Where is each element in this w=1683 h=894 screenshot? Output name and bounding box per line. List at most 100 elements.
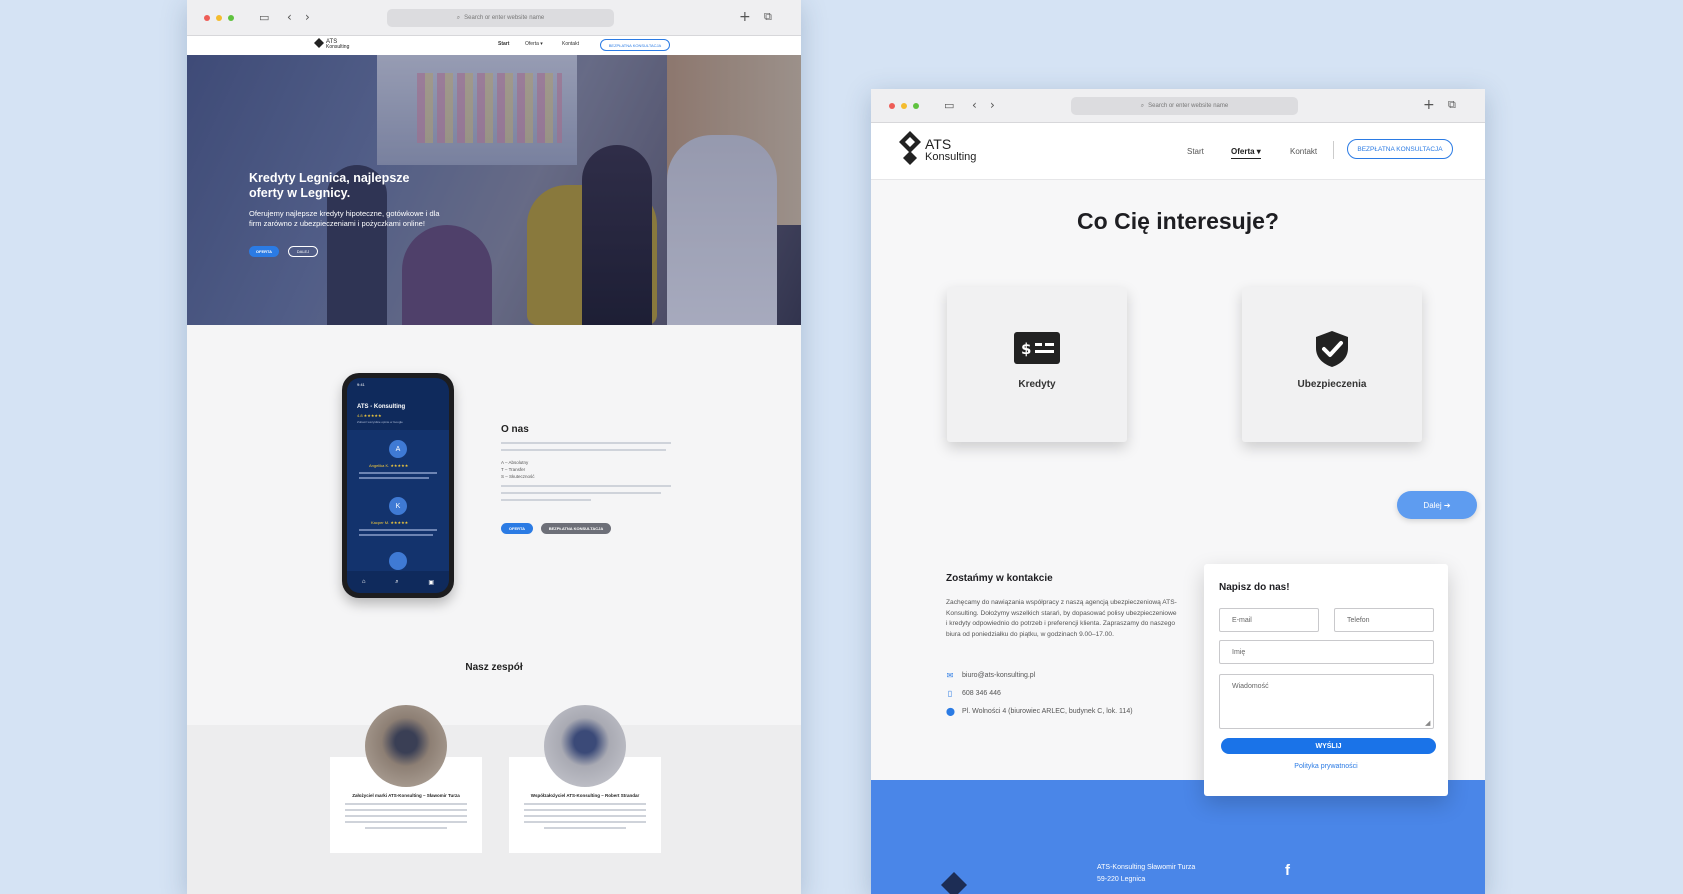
team-bio-2b <box>524 809 646 811</box>
review-text-k <box>359 529 437 531</box>
team-title: Nasz zespół <box>465 662 523 673</box>
forward-icon[interactable]: › <box>990 99 995 111</box>
card-ubezpieczenia[interactable]: Ubezpieczenia <box>1242 287 1422 442</box>
team-bio-2a <box>524 803 646 805</box>
new-tab-icon[interactable]: + <box>739 10 751 24</box>
minimize-window-button[interactable] <box>216 15 222 21</box>
phone-home-icon[interactable]: ⌂ <box>362 579 366 585</box>
browser-toolbar: ▭ ‹ › ⌕ Search or enter website name + ⧉ <box>871 89 1485 123</box>
phone-reviews: A Angelika K. ★★★★★ K Kacper M. ★★★★★ <box>347 430 449 571</box>
team-role-2: Współzałożyciel ATS-Konsulting – Robert … <box>530 793 640 798</box>
contact-body: Zachęcamy do nawiązania współpracy z nas… <box>946 599 1177 638</box>
phone-search-icon[interactable]: ⌕ <box>395 579 398 586</box>
about-acronym-t: T – Transfer <box>501 467 526 472</box>
close-window-button[interactable] <box>204 15 210 21</box>
resize-handle-icon[interactable]: ◢ <box>1425 719 1430 727</box>
review-avatar-a: A <box>389 440 407 458</box>
review-text-k2 <box>359 534 433 536</box>
phone-icon: ▯ <box>947 689 953 698</box>
hero-offer-button[interactable]: OFERTA <box>249 246 279 257</box>
about-text-line-5 <box>501 499 591 501</box>
site-logo[interactable]: ATS Konsulting <box>897 129 976 171</box>
tabs-overview-icon[interactable]: ⧉ <box>764 11 772 22</box>
logo-mark-icon <box>899 131 921 165</box>
phone-field[interactable]: Telefon <box>1334 608 1434 632</box>
nav-kontakt[interactable]: Kontakt <box>1290 147 1317 156</box>
review-name-a: Angelika K. ★★★★★ <box>369 463 409 468</box>
phone-bag-icon[interactable]: ▣ <box>428 579 434 586</box>
sidebar-icon[interactable]: ▭ <box>944 100 954 111</box>
contact-phone[interactable]: 608 346 446 <box>962 690 1001 697</box>
logo-mark-icon <box>314 38 324 48</box>
submit-button[interactable]: WYŚLIJ <box>1221 738 1436 754</box>
close-window-button[interactable] <box>889 103 895 109</box>
contact-email-row: ✉ biuro@ats-konsulting.pl <box>946 671 1036 680</box>
phone-time: 9:41 <box>357 382 365 387</box>
about-text-line-1 <box>501 442 671 444</box>
back-icon[interactable]: ‹ <box>972 99 977 111</box>
new-tab-icon[interactable]: + <box>1423 98 1435 112</box>
facebook-icon[interactable]: f <box>1285 862 1290 879</box>
name-field[interactable]: Imię <box>1219 640 1434 664</box>
about-offer-button[interactable]: OFERTA <box>501 523 533 534</box>
email-field[interactable]: E-mail <box>1219 608 1319 632</box>
free-consultation-button[interactable]: BEZPŁATNA KONSULTACJA <box>600 39 670 51</box>
privacy-policy-link[interactable]: Polityka prywatności <box>1204 763 1448 770</box>
team-bio-2c <box>524 815 646 817</box>
minimize-window-button[interactable] <box>901 103 907 109</box>
nav-kontakt[interactable]: Kontakt <box>562 41 579 47</box>
logo-subtext: Konsulting <box>925 151 977 164</box>
phone-title: ATS - Konsulting <box>357 404 406 410</box>
footer-company: ATS-Konsulting Sławomir Turza <box>1097 864 1196 871</box>
contact-title: Zostańmy w kontakcie <box>946 573 1053 584</box>
card-kredyty[interactable]: $ Kredyty <box>947 287 1127 442</box>
address-bar[interactable]: ⌕ Search or enter website name <box>387 9 614 27</box>
logo-text: ATS <box>925 136 952 152</box>
team-bio-1a <box>345 803 467 805</box>
review-text-a <box>359 472 437 474</box>
team-bio-1c <box>345 815 467 817</box>
team-role-1: Założyciel marki ATS-Konsulting – Sławom… <box>352 793 460 798</box>
site-logo[interactable]: ATS Konsulting <box>314 38 349 52</box>
about-acronym-s: S – Skuteczność <box>501 474 535 479</box>
hero-section: Kredyty Legnica, najlepsze oferty w Legn… <box>187 55 801 325</box>
back-icon[interactable]: ‹ <box>287 11 292 23</box>
contact-address-row: ⬤ Pl. Wolności 4 (biurowiec ARLEC, budyn… <box>946 707 1133 716</box>
maximize-window-button[interactable] <box>228 15 234 21</box>
about-acronym-a: A – Absolutny <box>501 460 529 465</box>
contact-email[interactable]: biuro@ats-konsulting.pl <box>962 672 1035 679</box>
about-consultation-button[interactable]: BEZPŁATNA KONSULTACJA <box>541 523 611 534</box>
shield-check-icon <box>1316 331 1348 367</box>
address-bar[interactable]: ⌕ Search or enter website name <box>1071 97 1298 115</box>
phone-screen: 9:41 ATS - Konsulting 4.8 ★★★★★ Zobacz w… <box>347 378 449 593</box>
tabs-overview-icon[interactable]: ⧉ <box>1448 99 1456 110</box>
review-text-a2 <box>359 477 429 479</box>
review-name-k: Kacper M. ★★★★★ <box>371 520 409 525</box>
site-nav: ATS Konsulting Start Oferta ▾ Kontakt BE… <box>871 123 1485 180</box>
hero-next-button[interactable]: DALEJ <box>288 246 318 257</box>
search-icon: ⌕ <box>456 14 461 21</box>
nav-start[interactable]: Start <box>498 41 509 47</box>
page-heading: Co Cię interesuje? <box>1077 208 1279 234</box>
sidebar-icon[interactable]: ▭ <box>259 12 269 23</box>
team-bio-1e <box>365 827 447 829</box>
location-pin-icon: ⬤ <box>946 707 955 716</box>
right-browser-window: ▭ ‹ › ⌕ Search or enter website name + ⧉… <box>871 89 1485 894</box>
message-field[interactable]: Wiadomość <box>1219 674 1434 729</box>
search-icon: ⌕ <box>1140 102 1145 109</box>
team-photo-2 <box>544 705 626 787</box>
about-title: O nas <box>501 424 529 435</box>
free-consultation-button[interactable]: BEZPŁATNA KONSULTACJA <box>1347 139 1453 159</box>
about-text-line-3 <box>501 485 671 487</box>
forward-icon[interactable]: › <box>305 11 310 23</box>
envelope-icon: ✉ <box>946 671 954 680</box>
nav-start[interactable]: Start <box>1187 147 1204 156</box>
contact-phone-row: ▯ 608 346 446 <box>946 689 1001 698</box>
money-icon: $ <box>1014 332 1060 364</box>
next-button[interactable]: Dalej ➔ <box>1397 491 1477 519</box>
phone-rating: 4.8 ★★★★★ <box>357 413 382 418</box>
nav-oferta[interactable]: Oferta ▾ <box>1231 147 1261 159</box>
nav-oferta[interactable]: Oferta ▾ <box>525 41 543 47</box>
site-nav: ATS Konsulting Start Oferta ▾ Kontakt BE… <box>187 36 801 55</box>
maximize-window-button[interactable] <box>913 103 919 109</box>
